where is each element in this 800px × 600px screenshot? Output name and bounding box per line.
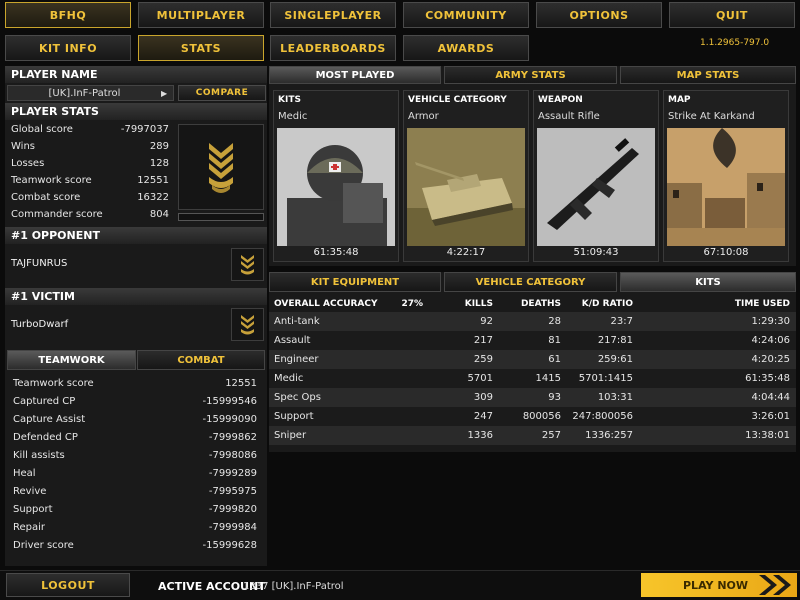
opponent-rank-icon (241, 255, 254, 275)
rank-insignia-box (178, 124, 264, 210)
tank-image (407, 128, 525, 246)
nav-options[interactable]: OPTIONS (536, 2, 662, 28)
stat-row: Global score -7997037 (11, 124, 169, 135)
stat-row: Combat score 16322 (11, 192, 169, 203)
player-stats-header: PLAYER STATS (5, 103, 267, 120)
version-label: 1.1.2965-797.0 (700, 38, 770, 48)
list-item: Driver score -15999628 (13, 539, 257, 551)
list-item: Kill assists -7998086 (13, 449, 257, 461)
logout-button[interactable]: LOGOUT (6, 573, 130, 597)
compare-button[interactable]: COMPARE (178, 85, 266, 101)
sergeant-rank-icon (209, 143, 233, 193)
table-row: Sniper 1336 257 1336:257 13:38:01 (269, 426, 796, 445)
table-row: Support 247 800056 247:800056 3:26:01 (269, 407, 796, 426)
stat-row: Losses 128 (11, 158, 169, 169)
opponent-name: TAJFUNRUS (11, 258, 68, 269)
table-row: Engineer 259 61 259:61 4:20:25 (269, 350, 796, 369)
victim-header: #1 VICTIM (5, 288, 267, 305)
opponent-rank-box (231, 248, 264, 281)
list-item: Capture Assist -15999090 (13, 413, 257, 425)
victim-name: TurboDwarf (11, 319, 69, 330)
tab-combat[interactable]: COMBAT (137, 350, 265, 370)
map-card[interactable]: MAP Strike At Karkand 67:10:08 (663, 90, 789, 262)
player-name-value: [UK].InF-Patrol (48, 87, 121, 99)
tab-stats[interactable]: STATS (138, 35, 264, 61)
tab-army-stats[interactable]: ARMY STATS (444, 66, 617, 84)
active-account-value: 1337 [UK].InF-Patrol (243, 581, 344, 592)
list-item: Heal -7999289 (13, 467, 257, 479)
nav-bfhq[interactable]: BFHQ (5, 2, 131, 28)
table-row: Spec Ops 309 93 103:31 4:04:44 (269, 388, 796, 407)
list-item: Revive -7995975 (13, 485, 257, 497)
play-now-label: PLAY NOW (683, 578, 749, 592)
victim-rank-icon (241, 315, 254, 335)
medic-kit-image (277, 128, 395, 246)
player-name-field[interactable]: [UK].InF-Patrol ▶ (7, 85, 174, 101)
table-row: Anti-tank 92 28 23:7 1:29:30 (269, 312, 796, 331)
stat-row: Commander score 804 (11, 209, 169, 220)
table-row: Assault 217 81 217:81 4:24:06 (269, 331, 796, 350)
nav-quit[interactable]: QUIT (669, 2, 795, 28)
map-image (667, 128, 785, 246)
nav-community[interactable]: COMMUNITY (403, 2, 529, 28)
kits-card[interactable]: KITS Medic 61:35:48 (273, 90, 399, 262)
list-item: Captured CP -15999546 (13, 395, 257, 407)
list-item: Support -7999820 (13, 503, 257, 515)
nav-multiplayer[interactable]: MULTIPLAYER (138, 2, 264, 28)
list-item: Defended CP -7999862 (13, 431, 257, 443)
play-now-button[interactable]: PLAY NOW (641, 573, 797, 597)
tab-kit-info[interactable]: KIT INFO (5, 35, 131, 61)
tab-vehicle-category[interactable]: VEHICLE CATEGORY (444, 272, 617, 292)
tab-kit-equipment[interactable]: KIT EQUIPMENT (269, 272, 441, 292)
player-stats-list: Global score -7997037 Wins 289 Losses 128 T… (5, 121, 177, 223)
list-item: Repair -7999984 (13, 521, 257, 533)
tab-teamwork[interactable]: TEAMWORK (7, 350, 136, 370)
tab-kits[interactable]: KITS (620, 272, 796, 292)
assault-rifle-image (537, 128, 655, 246)
table-header-row: OVERALL ACCURACY 27% KILLS DEATHS K/D RA… (274, 298, 790, 309)
vehicle-card[interactable]: VEHICLE CATEGORY Armor 4:22:17 (403, 90, 529, 262)
tab-most-played[interactable]: MOST PLAYED (269, 66, 441, 84)
stat-row: Wins 289 (11, 141, 169, 152)
nav-singleplayer[interactable]: SINGLEPLAYER (270, 2, 396, 28)
list-item: Teamwork score 12551 (13, 377, 257, 389)
tab-awards[interactable]: AWARDS (403, 35, 529, 61)
table-row: Medic 5701 1415 5701:1415 61:35:48 (269, 369, 796, 388)
teamwork-list: Teamwork score 12551 Captured CP -15999546… (7, 374, 265, 554)
tab-leaderboards[interactable]: LEADERBOARDS (270, 35, 396, 61)
rank-progress-bar (178, 213, 264, 221)
chevron-right-icon: ▶ (161, 88, 168, 98)
weapon-card[interactable]: WEAPON Assault Rifle 51:09:43 (533, 90, 659, 262)
tab-map-stats[interactable]: MAP STATS (620, 66, 796, 84)
player-name-header: PLAYER NAME (5, 66, 267, 83)
victim-rank-box (231, 308, 264, 341)
chevron-double-right-icon (759, 575, 791, 595)
kits-table: OVERALL ACCURACY 27% KILLS DEATHS K/D RA… (269, 295, 796, 445)
opponent-header: #1 OPPONENT (5, 227, 267, 244)
stat-row: Teamwork score 12551 (11, 175, 169, 186)
